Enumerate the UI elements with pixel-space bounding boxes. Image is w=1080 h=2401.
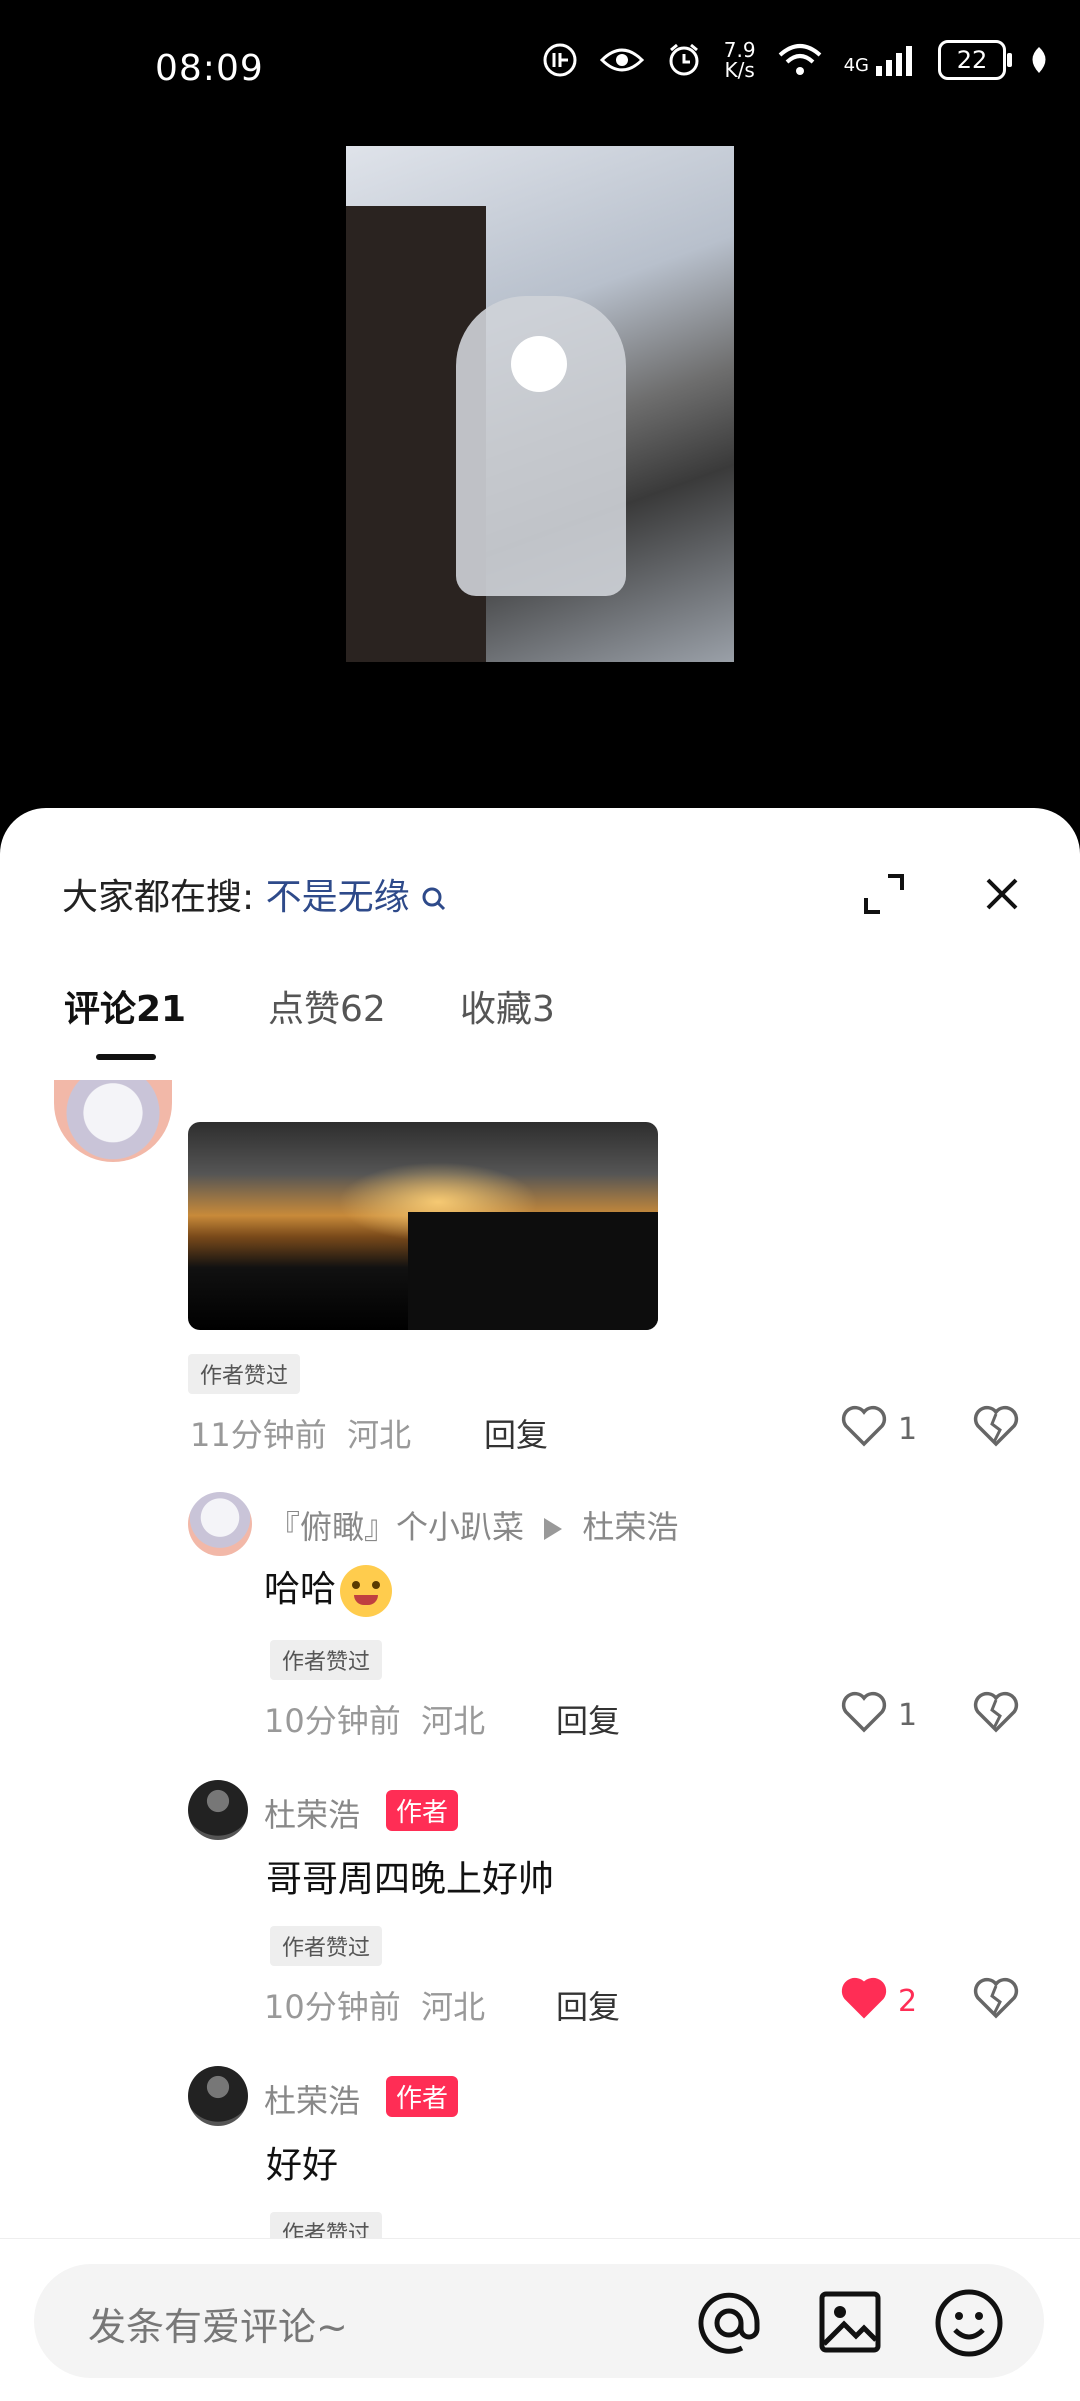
author-liked-badge: 作者赞过 <box>270 1640 383 1680</box>
avatar[interactable] <box>188 2066 248 2126</box>
mention-icon[interactable] <box>694 2290 764 2356</box>
author-tag: 作者 <box>386 1790 459 1831</box>
expand-icon[interactable] <box>862 872 906 916</box>
reply-button[interactable]: 回复 <box>556 1696 620 1742</box>
author-tag: 作者 <box>386 2076 459 2117</box>
dislike-icon[interactable] <box>972 1690 1020 1734</box>
comment-time: 10分钟前 河北 <box>264 1988 486 2026</box>
emoji-icon[interactable] <box>934 2288 1004 2358</box>
dislike-icon[interactable] <box>972 1404 1020 1448</box>
avatar[interactable] <box>188 1492 252 1556</box>
status-time: 08:09 <box>155 48 264 89</box>
comment-time: 11分钟前 河北 <box>190 1416 412 1454</box>
comment-image[interactable] <box>188 1122 658 1330</box>
reply-to-username[interactable]: 杜荣浩 <box>582 1508 678 1546</box>
thinking-emoji-icon <box>340 1565 393 1617</box>
author-liked-badge: 作者赞过 <box>188 1354 301 1394</box>
tab-favorites[interactable]: 收藏3 <box>460 980 555 1032</box>
search-keyword[interactable]: 不是无缘 <box>266 877 410 918</box>
comment-text: 哈哈 <box>264 1560 393 1617</box>
tab-comments[interactable]: 评论21 <box>64 980 186 1032</box>
tab-indicator <box>96 1054 156 1060</box>
close-icon[interactable] <box>976 868 1028 920</box>
battery-indicator: 22 <box>938 40 1012 80</box>
comment-text: 好好 <box>266 2145 339 2186</box>
reply-button[interactable]: 回复 <box>556 1982 620 2028</box>
like-count: 2 <box>898 1984 918 2019</box>
image-icon[interactable] <box>818 2290 882 2354</box>
leaf-icon <box>1028 45 1050 75</box>
eye-icon <box>599 45 644 75</box>
username[interactable]: 杜荣浩 <box>264 2076 360 2122</box>
comments-sheet <box>0 808 1080 2400</box>
dislike-icon[interactable] <box>972 1976 1020 2020</box>
post-photo[interactable] <box>346 146 734 662</box>
comment-time: 10分钟前 河北 <box>264 1702 486 1740</box>
like-count: 1 <box>898 1412 918 1447</box>
signal-icon: 4G <box>844 44 916 76</box>
tab-likes[interactable]: 点赞62 <box>268 980 386 1032</box>
like-count: 1 <box>898 1698 918 1733</box>
reply-button[interactable]: 回复 <box>484 1410 548 1456</box>
heart-icon[interactable] <box>840 1404 888 1448</box>
reply-user-line: 『俯瞰』个小趴菜 杜荣浩 <box>268 1502 678 1548</box>
reply-arrow-icon <box>544 1518 563 1540</box>
heart-filled-icon[interactable] <box>840 1976 888 2020</box>
heart-icon[interactable] <box>840 1690 888 1734</box>
author-liked-badge: 作者赞过 <box>270 1926 383 1966</box>
net-speed: 7.9 K/s <box>723 38 756 82</box>
hd-icon <box>542 42 578 78</box>
status-bar: 08:09 7.9 K/s 4G 22 <box>0 0 1080 140</box>
comment-text: 哥哥周四晚上好帅 <box>266 1859 555 1900</box>
username[interactable]: 杜荣浩 <box>264 1790 360 1836</box>
search-suggestion[interactable]: 大家都在搜: 不是无缘 <box>62 868 447 920</box>
search-icon <box>421 886 447 912</box>
wifi-icon <box>778 43 822 77</box>
username[interactable]: 『俯瞰』个小趴菜 <box>268 1508 524 1546</box>
avatar[interactable] <box>188 1780 248 1840</box>
status-icons: 7.9 K/s 4G 22 <box>542 40 1050 80</box>
comment-input-placeholder[interactable]: 发条有爱评论~ <box>88 2296 348 2351</box>
alarm-icon <box>666 42 702 78</box>
